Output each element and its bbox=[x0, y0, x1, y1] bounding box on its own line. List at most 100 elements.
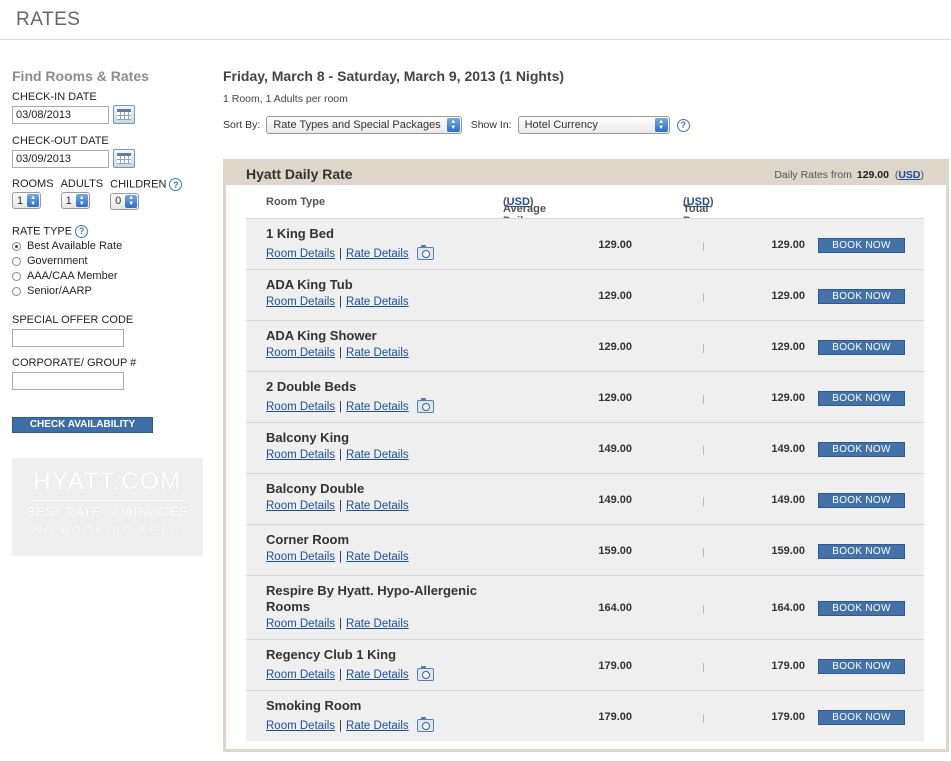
camera-icon[interactable] bbox=[416, 398, 434, 413]
book-now-button[interactable]: BOOK NOW bbox=[818, 391, 905, 406]
rate-name: Hyatt Daily Rate bbox=[246, 166, 353, 182]
rates-main: Friday, March 8 - Saturday, March 9, 201… bbox=[223, 68, 949, 752]
currency-link[interactable]: USD bbox=[898, 169, 920, 181]
check-availability-button[interactable]: CHECK AVAILABILITY bbox=[12, 417, 153, 433]
select-arrows-icon: ▲ ▼ bbox=[125, 194, 138, 208]
rooms-value: 1 bbox=[17, 194, 24, 207]
book-now-button[interactable]: BOOK NOW bbox=[818, 493, 905, 508]
total-per-room: 179.00 bbox=[771, 660, 805, 672]
select-arrows-icon: ▲ ▼ bbox=[654, 118, 668, 132]
average-daily-rate: 129.00 bbox=[598, 392, 632, 404]
rate-details-link[interactable]: Rate Details bbox=[346, 669, 409, 681]
room-details-link[interactable]: Room Details bbox=[266, 248, 335, 260]
rate-details-link[interactable]: Rate Details bbox=[346, 401, 409, 413]
children-select[interactable]: 0 ▲ ▼ bbox=[110, 192, 140, 210]
book-now-button[interactable]: BOOK NOW bbox=[818, 710, 905, 725]
book-now-button[interactable]: BOOK NOW bbox=[818, 601, 905, 616]
room-name: 1 King Bed bbox=[266, 226, 334, 241]
radio-icon[interactable] bbox=[12, 256, 21, 266]
room-name: ADA King Tub bbox=[266, 277, 353, 292]
sort-label: Sort By: bbox=[223, 119, 261, 131]
room-row: ADA King Shower Room Details | Rate Details… bbox=[246, 320, 924, 371]
adults-select[interactable]: 1 ▲ ▼ bbox=[60, 192, 90, 209]
room-links: Room Details | Rate Details bbox=[266, 245, 434, 260]
special-offer-input[interactable] bbox=[12, 328, 124, 347]
link-separator: | bbox=[339, 400, 343, 413]
daily-from-label: Daily Rates from bbox=[774, 169, 852, 181]
daily-from-value: 129.00 bbox=[856, 169, 889, 181]
room-row: Balcony Double Room Details | Rate Details 1… bbox=[246, 473, 924, 524]
radio-selected-icon[interactable] bbox=[12, 241, 21, 251]
room-details-link[interactable]: Room Details bbox=[266, 669, 335, 681]
average-daily-rate: 129.00 bbox=[598, 290, 632, 302]
radio-icon[interactable] bbox=[12, 271, 21, 281]
room-name: 2 Double Beds bbox=[266, 379, 357, 394]
corporate-label: CORPORATE/ GROUP # bbox=[12, 356, 137, 369]
currency-select[interactable]: Hotel Currency ▲ ▼ bbox=[517, 116, 670, 134]
rooms-select[interactable]: 1 ▲ ▼ bbox=[12, 192, 42, 209]
camera-icon[interactable] bbox=[416, 666, 434, 681]
room-name: ADA King Shower bbox=[266, 328, 377, 343]
column-divider bbox=[703, 242, 704, 251]
rate-type-option[interactable]: Best Available Rate bbox=[12, 240, 207, 253]
rate-type-label: RATE TYPE? bbox=[12, 224, 207, 238]
total-per-room: 179.00 bbox=[771, 711, 805, 723]
room-details-link[interactable]: Room Details bbox=[266, 347, 335, 359]
rate-details-link[interactable]: Rate Details bbox=[346, 449, 409, 461]
help-icon[interactable]: ? bbox=[75, 224, 89, 238]
rate-type-option[interactable]: AAA/CAA Member bbox=[12, 270, 207, 283]
link-separator: | bbox=[339, 449, 343, 461]
guarantee-line3: NO BOOKING FEES bbox=[33, 525, 182, 537]
checkin-calendar-icon[interactable] bbox=[113, 105, 135, 124]
rate-type-option[interactable]: Government bbox=[12, 255, 207, 268]
sort-select[interactable]: Rate Types and Special Packages ▲ ▼ bbox=[266, 116, 462, 134]
help-icon[interactable]: ? bbox=[676, 118, 690, 132]
book-now-button[interactable]: BOOK NOW bbox=[818, 659, 905, 674]
room-links: Room Details | Rate Details bbox=[266, 449, 409, 461]
room-details-link[interactable]: Room Details bbox=[266, 551, 335, 563]
rate-panel-header: Hyatt Daily Rate Daily Rates from 129.00… bbox=[226, 162, 946, 185]
camera-icon[interactable] bbox=[416, 717, 434, 732]
room-row: ADA King Tub Room Details | Rate Details 129… bbox=[246, 269, 924, 320]
sidebar-title: Find Rooms & Rates bbox=[12, 68, 149, 84]
room-details-link[interactable]: Room Details bbox=[266, 296, 335, 308]
book-now-button[interactable]: BOOK NOW bbox=[818, 544, 905, 559]
sort-value: Rate Types and Special Packages bbox=[273, 119, 441, 131]
rate-details-link[interactable]: Rate Details bbox=[346, 618, 409, 630]
column-divider bbox=[703, 663, 704, 672]
rate-type-option[interactable]: Senior/AARP bbox=[12, 285, 207, 298]
link-separator: | bbox=[339, 719, 343, 732]
room-details-link[interactable]: Room Details bbox=[266, 618, 335, 630]
checkout-date-input[interactable] bbox=[12, 149, 109, 168]
book-now-button[interactable]: BOOK NOW bbox=[818, 340, 905, 355]
checkout-calendar-icon[interactable] bbox=[113, 149, 135, 168]
total-per-room: 129.00 bbox=[771, 290, 805, 302]
room-details-link[interactable]: Room Details bbox=[266, 401, 335, 413]
room-links: Room Details | Rate Details bbox=[266, 551, 409, 563]
book-now-button[interactable]: BOOK NOW bbox=[818, 238, 905, 253]
rate-details-link[interactable]: Rate Details bbox=[346, 347, 409, 359]
room-row: Smoking Room Room Details | Rate Details 179… bbox=[246, 690, 924, 741]
average-daily-rate: 159.00 bbox=[598, 545, 632, 557]
room-details-link[interactable]: Room Details bbox=[266, 720, 335, 732]
rate-details-link[interactable]: Rate Details bbox=[346, 551, 409, 563]
book-now-button[interactable]: BOOK NOW bbox=[818, 442, 905, 457]
room-row: Regency Club 1 King Room Details | Rate Det… bbox=[246, 639, 924, 690]
column-divider bbox=[703, 714, 704, 723]
total-per-room: 149.00 bbox=[771, 443, 805, 455]
rate-details-link[interactable]: Rate Details bbox=[346, 248, 409, 260]
book-now-button[interactable]: BOOK NOW bbox=[818, 289, 905, 304]
room-details-link[interactable]: Room Details bbox=[266, 500, 335, 512]
rate-details-link[interactable]: Rate Details bbox=[346, 500, 409, 512]
camera-icon[interactable] bbox=[416, 245, 434, 260]
rate-details-link[interactable]: Rate Details bbox=[346, 720, 409, 732]
rate-details-link[interactable]: Rate Details bbox=[346, 296, 409, 308]
table-header: Room Type Average Daily Rate (USD) Total… bbox=[246, 189, 924, 239]
corporate-input[interactable] bbox=[12, 371, 124, 390]
room-details-link[interactable]: Room Details bbox=[266, 449, 335, 461]
radio-icon[interactable] bbox=[12, 286, 21, 296]
room-row: 2 Double Beds Room Details | Rate Details 12… bbox=[246, 371, 924, 422]
checkin-date-input[interactable] bbox=[12, 105, 109, 124]
best-rate-guarantee-banner[interactable]: HYATT.COM BEST RATE GUARANTEE NO BOOKING… bbox=[12, 458, 203, 556]
help-icon[interactable]: ? bbox=[169, 178, 183, 191]
